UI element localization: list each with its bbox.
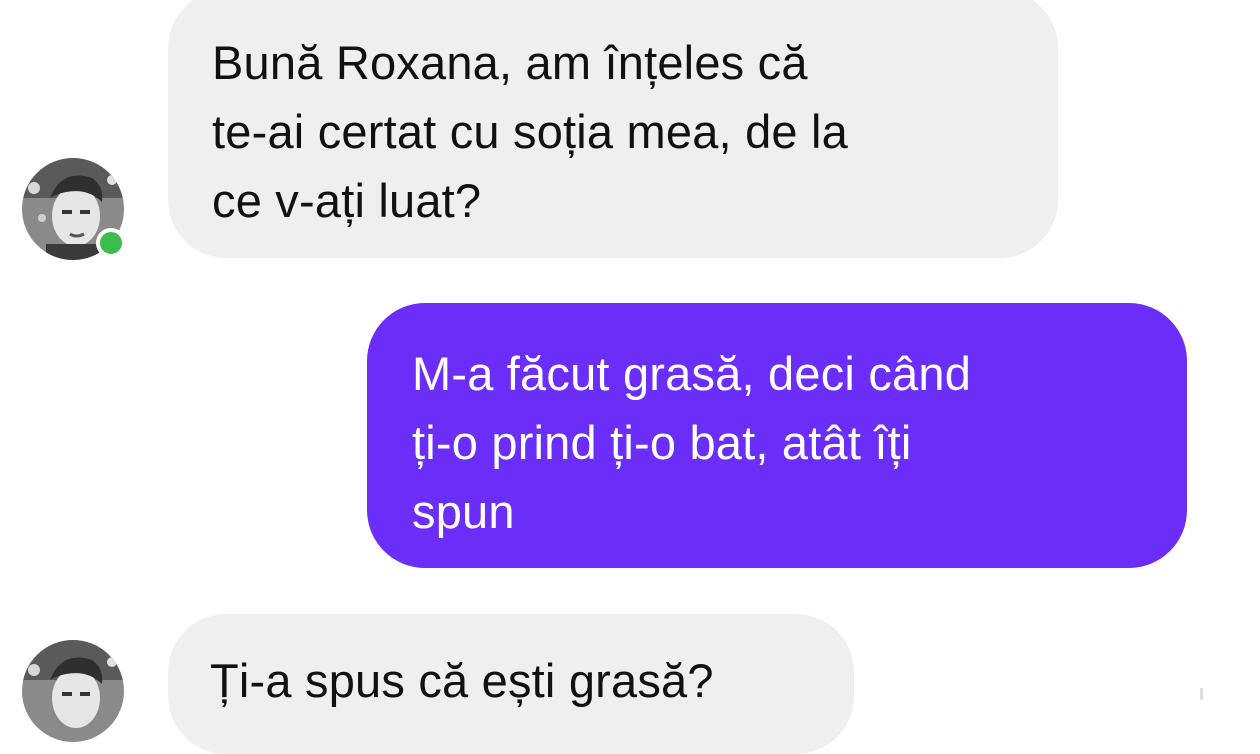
message-line: ți-o prind ți-o bat, atât îți [412, 416, 912, 469]
message-line: Ți-a spus că ești grasă? [210, 654, 714, 707]
profile-photo-icon [22, 640, 124, 742]
contact-avatar[interactable] [22, 640, 124, 742]
online-status-icon [96, 228, 126, 258]
scroll-indicator [1200, 688, 1203, 700]
message-bubble-outgoing[interactable]: M-a făcut grasă, deci când ți-o prind ți… [367, 303, 1187, 568]
message-bubble-incoming[interactable]: Bună Roxana, am înțeles că te-ai certat … [168, 0, 1058, 258]
message-line: ce v-ați luat? [212, 174, 482, 227]
message-line: spun [412, 485, 515, 538]
message-line: M-a făcut grasă, deci când [412, 347, 972, 400]
chat-thread: Bună Roxana, am înțeles că te-ai certat … [0, 0, 1260, 754]
contact-avatar[interactable] [22, 158, 126, 260]
message-line: Bună Roxana, am înțeles că [212, 36, 808, 89]
message-line: te-ai certat cu soția mea, de la [212, 105, 848, 158]
message-bubble-incoming[interactable]: Ți-a spus că ești grasă? [168, 614, 854, 754]
